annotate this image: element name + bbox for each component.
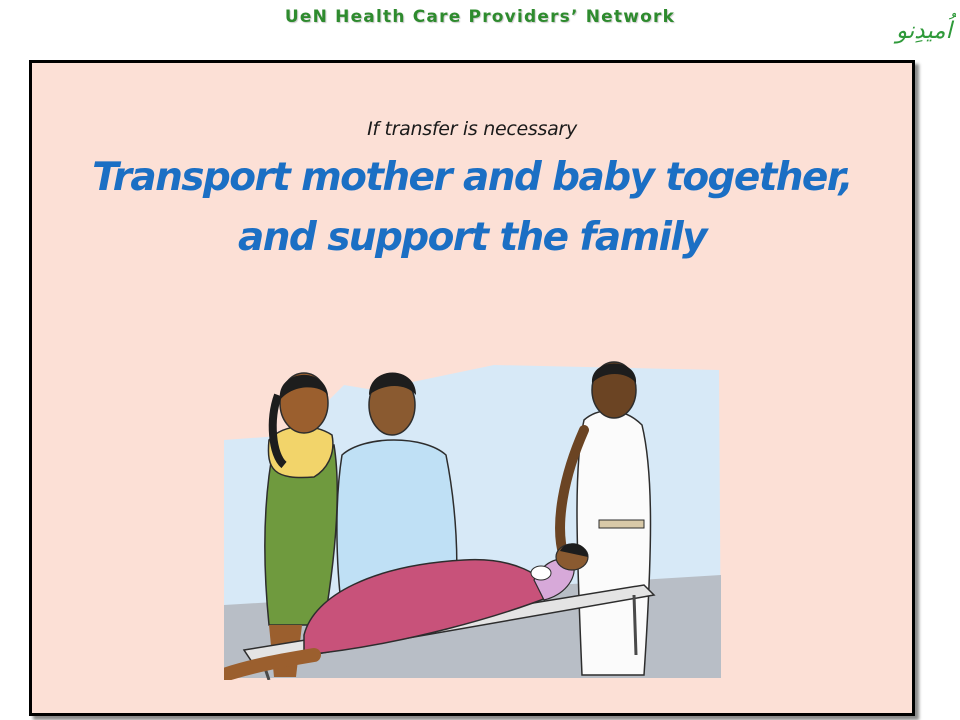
- slide-panel: If transfer is necessary Transport mothe…: [29, 60, 915, 716]
- slide-headline: Transport mother and baby together, and …: [32, 148, 912, 268]
- headline-line-1: Transport mother and baby together,: [92, 155, 853, 200]
- headline-line-2: and support the family: [238, 215, 708, 260]
- logo: اُمیدِنو: [893, 12, 956, 44]
- header-title: UeN Health Care Providers’ Network: [284, 7, 676, 27]
- slide-subtitle: If transfer is necessary: [367, 118, 577, 140]
- svg-text:اُمیدِنو: اُمیدِنو: [893, 12, 956, 44]
- patient-transfer-illustration: [224, 361, 721, 680]
